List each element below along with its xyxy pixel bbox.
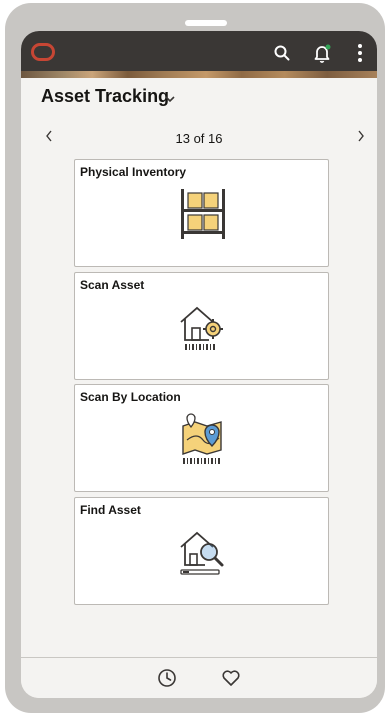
more-vertical-icon[interactable] (347, 40, 373, 66)
bell-icon[interactable] (309, 40, 335, 66)
house-gear-barcode-icon (175, 298, 231, 356)
pager-position: 13 of 16 (175, 131, 223, 146)
notification-dot (325, 44, 331, 50)
tile-scan-asset[interactable]: Scan Asset (74, 272, 329, 380)
tile-find-asset[interactable]: Find Asset (74, 497, 329, 605)
speaker-slot (185, 20, 227, 26)
tile-physical-inventory[interactable]: Physical Inventory (74, 159, 329, 267)
house-magnifier-icon (175, 523, 231, 581)
search-icon[interactable] (269, 40, 295, 66)
favorites-heart-icon[interactable] (220, 667, 242, 689)
chevron-down-icon[interactable] (164, 91, 176, 109)
tile-scan-by-location[interactable]: Scan By Location (74, 384, 329, 492)
page-title[interactable]: Asset Tracking (41, 86, 169, 107)
chevron-right-icon[interactable] (356, 129, 366, 148)
recent-clock-icon[interactable] (156, 667, 178, 689)
map-pin-barcode-icon (175, 410, 231, 468)
header-banner-image (21, 71, 377, 78)
app-screen: Asset Tracking 13 of 16 Physical Invento… (21, 31, 377, 698)
tile-title: Scan Asset (80, 278, 145, 292)
tile-title: Physical Inventory (80, 165, 187, 179)
tile-title: Scan By Location (80, 390, 181, 404)
inventory-shelf-icon (175, 185, 231, 243)
oracle-logo[interactable] (31, 43, 55, 61)
bottom-toolbar (21, 657, 377, 698)
tile-title: Find Asset (80, 503, 141, 517)
